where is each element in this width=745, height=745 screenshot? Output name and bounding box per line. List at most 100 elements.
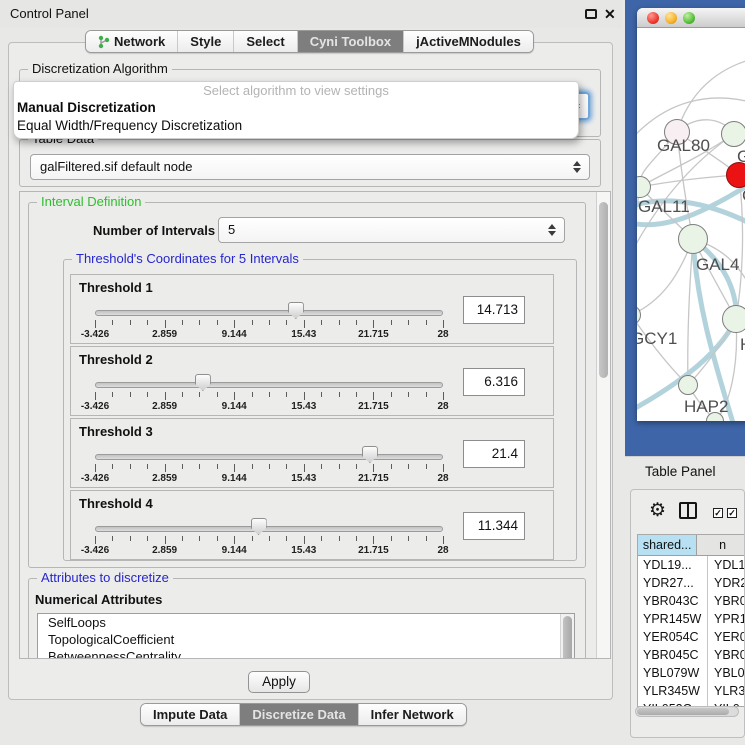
- tick-mark: [426, 536, 427, 541]
- scrollbar-thumb[interactable]: [563, 616, 572, 659]
- tick-mark: [95, 464, 96, 472]
- network-node-h[interactable]: [722, 305, 745, 333]
- scrollbar-thumb[interactable]: [599, 202, 608, 378]
- tick-mark: [217, 536, 218, 541]
- tab-infer-network[interactable]: Infer Network: [359, 704, 466, 725]
- apply-button[interactable]: Apply: [248, 671, 310, 693]
- tick-mark: [356, 392, 357, 397]
- node-table: shared...n YDL19...YDL1YDR27...YDR2YBR04…: [637, 534, 745, 707]
- tick-label: 2.859: [152, 329, 177, 340]
- attribute-list-item[interactable]: TopologicalCoefficient: [38, 631, 574, 648]
- split-columns-icon[interactable]: [679, 502, 697, 519]
- network-node-c[interactable]: [726, 162, 745, 188]
- algorithm-option[interactable]: Manual Discretization: [14, 99, 578, 117]
- slider-track[interactable]: [95, 454, 443, 460]
- tick-mark: [165, 464, 166, 472]
- tick-label: 21.715: [358, 401, 389, 412]
- tick-mark: [165, 320, 166, 328]
- tick-mark: [130, 536, 131, 541]
- tab-network[interactable]: Network: [86, 31, 178, 52]
- cyni-toolbox-pane: Discretization Algorithm Select algorith…: [8, 42, 613, 700]
- tick-label: 2.859: [152, 401, 177, 412]
- mac-minimize-icon[interactable]: [665, 12, 677, 24]
- algorithm-option[interactable]: Equal Width/Frequency Discretization: [14, 117, 578, 135]
- checkbox-icon[interactable]: ✓: [713, 508, 723, 518]
- control-panel: Control Panel ✕ NetworkStyleSelectCyni T…: [0, 0, 622, 745]
- tick-mark: [199, 464, 200, 469]
- table-cell: YBR0: [708, 646, 745, 664]
- tab-cyni-toolbox[interactable]: Cyni Toolbox: [298, 31, 404, 52]
- attribute-list-item[interactable]: BetweennessCentrality: [38, 648, 574, 659]
- tab-jactivemnodules[interactable]: jActiveMNodules: [404, 31, 533, 52]
- table-cell: YDL1: [708, 556, 745, 574]
- table-row[interactable]: YBR045CYBR0: [638, 646, 745, 664]
- network-canvas[interactable]: GAL80GACGAL11GAL4GCY1HHAP2: [637, 29, 745, 421]
- table-horizontal-scrollbar[interactable]: [635, 706, 739, 717]
- slider-track[interactable]: [95, 382, 443, 388]
- table-data-combobox[interactable]: galFiltered.sif default node: [30, 154, 590, 180]
- attributes-list-scrollbar[interactable]: [560, 614, 574, 659]
- tick-mark: [130, 464, 131, 469]
- tick-mark: [391, 392, 392, 397]
- gear-icon[interactable]: ⚙: [649, 501, 666, 521]
- table-row[interactable]: YBL079WYBL0: [638, 664, 745, 682]
- tab-select[interactable]: Select: [234, 31, 297, 52]
- table-panel: ⚙ ✓ ✓ shared...n YDL19...YDL1YDR27...YDR…: [630, 489, 745, 738]
- network-view-frame: GAL80GACGAL11GAL4GCY1HHAP2: [625, 0, 745, 456]
- float-window-icon[interactable]: [585, 9, 597, 19]
- table-column-header[interactable]: shared...: [638, 535, 697, 555]
- network-node-label: HAP2: [684, 397, 728, 417]
- tick-label: 21.715: [358, 473, 389, 484]
- tick-mark: [339, 392, 340, 397]
- tick-mark: [321, 320, 322, 325]
- tick-mark: [95, 320, 96, 328]
- slider-track[interactable]: [95, 526, 443, 532]
- checkbox-icon[interactable]: ✓: [727, 508, 737, 518]
- mac-zoom-icon[interactable]: [683, 12, 695, 24]
- network-node-ga[interactable]: [721, 121, 745, 147]
- number-of-intervals-combobox[interactable]: 5: [218, 217, 565, 243]
- close-icon[interactable]: ✕: [604, 5, 616, 23]
- tab-discretize-data[interactable]: Discretize Data: [240, 704, 358, 725]
- mac-close-icon[interactable]: [647, 12, 659, 24]
- table-row[interactable]: YLR345WYLR3: [638, 682, 745, 700]
- table-row[interactable]: YBR043CYBR0: [638, 592, 745, 610]
- threshold-value-field[interactable]: 6.316: [463, 368, 525, 396]
- attributes-group: Attributes to discretize Numerical Attri…: [28, 578, 586, 659]
- scrollbar-thumb[interactable]: [637, 708, 729, 715]
- network-node-hap2[interactable]: [678, 375, 698, 395]
- tick-mark: [130, 392, 131, 397]
- table-row[interactable]: YDL19...YDL1: [638, 556, 745, 574]
- slider-track[interactable]: [95, 310, 443, 316]
- attribute-list-item[interactable]: SelfLoops: [38, 614, 574, 631]
- threshold-value-field[interactable]: 21.4: [463, 440, 525, 468]
- threshold-label: Threshold 1: [79, 280, 153, 295]
- tick-label: 15.43: [291, 401, 316, 412]
- tab-label: Infer Network: [371, 707, 454, 722]
- slider-thumb[interactable]: [195, 374, 211, 391]
- slider-thumb[interactable]: [288, 302, 304, 319]
- tick-mark: [252, 536, 253, 541]
- table-column-header[interactable]: n: [697, 535, 745, 555]
- tick-mark: [234, 320, 235, 328]
- attributes-group-label: Attributes to discretize: [37, 571, 173, 585]
- tick-label: -3.426: [81, 473, 109, 484]
- tab-style[interactable]: Style: [178, 31, 234, 52]
- tick-mark: [408, 392, 409, 397]
- threshold-label: Threshold 3: [79, 424, 153, 439]
- table-row[interactable]: YDR27...YDR2: [638, 574, 745, 592]
- threshold-value-field[interactable]: 11.344: [463, 512, 525, 540]
- tick-mark: [217, 392, 218, 397]
- tick-label: 9.144: [222, 329, 247, 340]
- slider-thumb[interactable]: [362, 446, 378, 463]
- node-table-header: shared...n: [638, 535, 745, 556]
- network-node-gal4[interactable]: [678, 224, 708, 254]
- table-row[interactable]: YPR145WYPR1: [638, 610, 745, 628]
- table-cell: YPR1: [708, 610, 745, 628]
- tick-label: 21.715: [358, 545, 389, 556]
- threshold-value-field[interactable]: 14.713: [463, 296, 525, 324]
- tab-impute-data[interactable]: Impute Data: [141, 704, 240, 725]
- slider-thumb[interactable]: [251, 518, 267, 535]
- table-row[interactable]: YER054CYER0: [638, 628, 745, 646]
- settings-vertical-scrollbar[interactable]: [596, 192, 610, 658]
